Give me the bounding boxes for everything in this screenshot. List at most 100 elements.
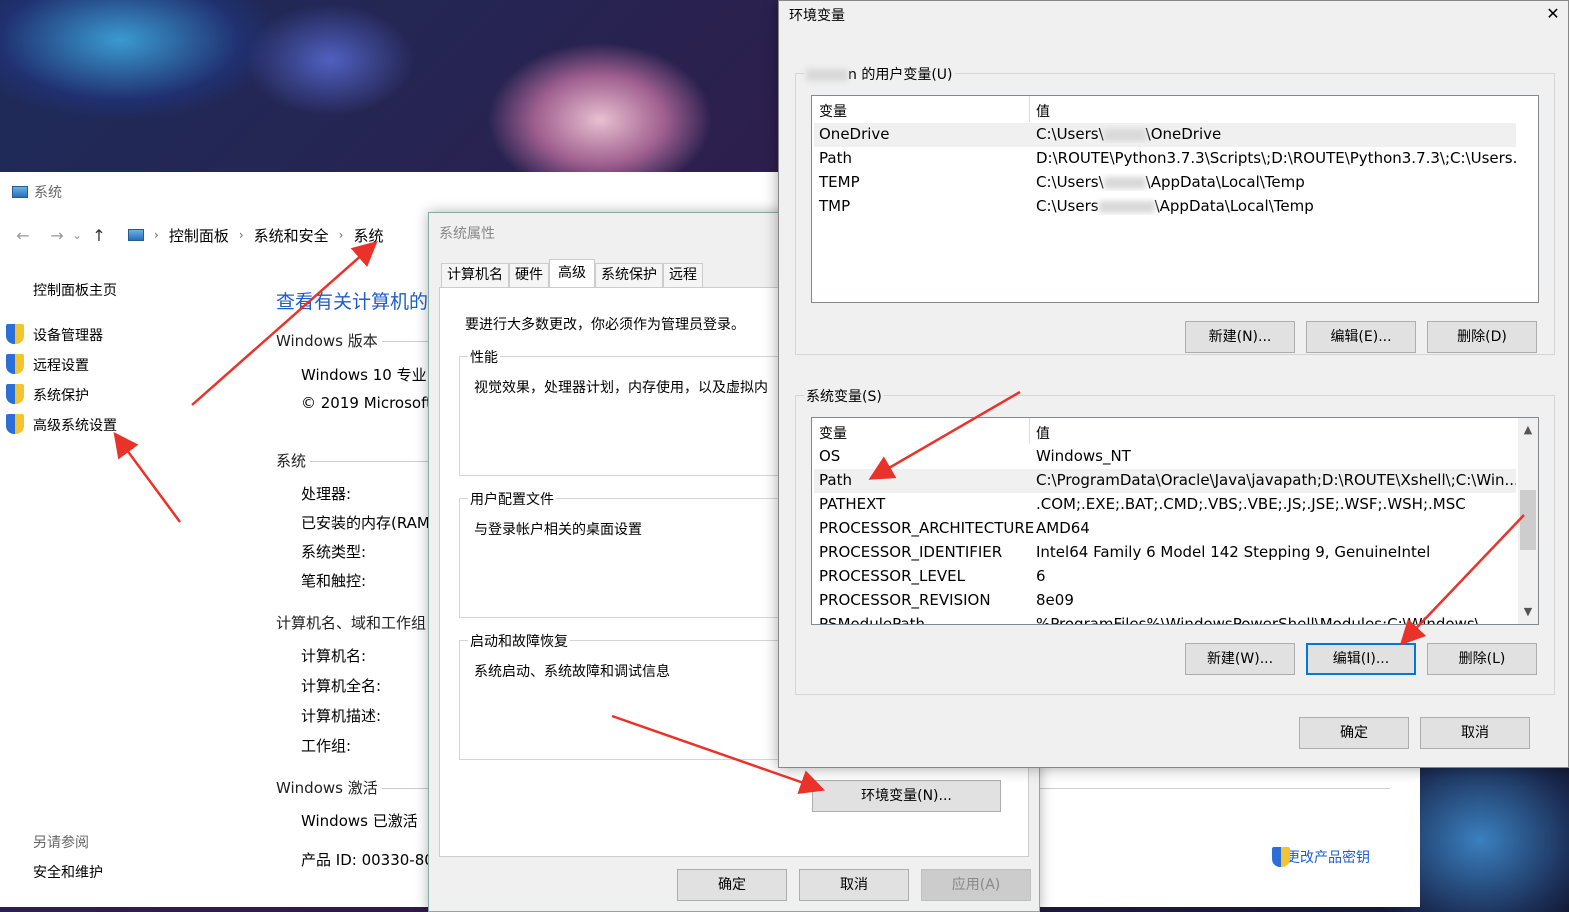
workgroup-label: 工作组: bbox=[301, 737, 352, 755]
redacted-username bbox=[1103, 176, 1146, 189]
system-edit-button[interactable]: 编辑(I)... bbox=[1306, 643, 1416, 675]
sidebar-home-link[interactable]: 控制面板主页 bbox=[33, 280, 117, 300]
user-new-button[interactable]: 新建(N)... bbox=[1185, 321, 1295, 353]
group-description: 视觉效果，处理器计划，内存使用，以及虚拟内 bbox=[474, 380, 768, 396]
dialog-title: 系统属性 bbox=[439, 226, 495, 242]
tab-advanced[interactable]: 高级 bbox=[549, 259, 595, 287]
page-title: 查看有关计算机的 bbox=[276, 291, 429, 313]
computer-icon bbox=[128, 229, 144, 241]
breadcrumb-system-security[interactable]: 系统和安全 bbox=[254, 225, 329, 246]
shield-icon bbox=[6, 354, 24, 374]
environment-variables-button[interactable]: 环境变量(N)... bbox=[812, 780, 1001, 812]
up-arrow-icon[interactable]: ↑ bbox=[88, 226, 110, 245]
security-maintenance-link[interactable]: 安全和维护 bbox=[33, 862, 103, 882]
tab-computer-name[interactable]: 计算机名 bbox=[441, 263, 509, 287]
ok-button[interactable]: 确定 bbox=[1299, 717, 1409, 749]
chevron-right-icon: › bbox=[238, 228, 244, 242]
edition-value: Windows 10 专业 bbox=[301, 366, 427, 384]
sidebar-item-remote[interactable]: 远程设置 bbox=[33, 355, 89, 375]
window-title: 系统 bbox=[12, 182, 62, 202]
tab-remote[interactable]: 远程 bbox=[663, 263, 703, 287]
description-label: 计算机描述: bbox=[301, 707, 382, 725]
table-row[interactable]: PROCESSOR_REVISION 8e09 bbox=[814, 589, 1516, 613]
breadcrumb-control-panel[interactable]: 控制面板 bbox=[169, 225, 229, 246]
change-product-key-link[interactable]: 更改产品密钥 bbox=[1266, 847, 1370, 867]
column-header-value: 值 bbox=[1036, 104, 1050, 120]
breadcrumb: › 控制面板 › 系统和安全 › 系统 bbox=[128, 225, 383, 246]
user-variables-title: n 的用户变量(U) bbox=[804, 64, 955, 84]
scroll-thumb[interactable] bbox=[1520, 490, 1536, 550]
activation-section-title: Windows 激活 bbox=[276, 779, 378, 797]
divider bbox=[382, 788, 432, 789]
redacted-username bbox=[1098, 200, 1155, 213]
cancel-button[interactable]: 取消 bbox=[799, 869, 909, 901]
tab-system-protection[interactable]: 系统保护 bbox=[595, 263, 663, 287]
system-type-label: 系统类型: bbox=[301, 543, 367, 561]
apply-button[interactable]: 应用(A) bbox=[921, 869, 1031, 901]
product-id: 产品 ID: 00330-80 bbox=[301, 851, 434, 869]
sidebar-item-advanced[interactable]: 高级系统设置 bbox=[33, 415, 117, 435]
scroll-down-icon[interactable]: ▼ bbox=[1518, 602, 1538, 622]
system-variables-list[interactable]: 变量 值 OS Windows_NT Path C:\ProgramData\Ora… bbox=[811, 417, 1539, 625]
user-variables-list[interactable]: 变量 值 OneDrive C:\Users\ \OneDrive Path D:… bbox=[811, 95, 1539, 303]
computer-name-section-title: 计算机名、域和工作组 bbox=[276, 614, 427, 632]
table-row[interactable]: PSModulePath %ProgramFiles%\WindowsPowerS… bbox=[814, 613, 1516, 624]
sidebar-item-protection[interactable]: 系统保护 bbox=[33, 385, 89, 405]
group-title: 启动和故障恢复 bbox=[468, 631, 570, 651]
column-header-variable: 变量 bbox=[819, 104, 847, 120]
shield-icon bbox=[1272, 847, 1290, 867]
table-row[interactable]: Path C:\ProgramData\Oracle\Java\javapath;… bbox=[814, 469, 1516, 493]
shield-icon bbox=[6, 414, 24, 434]
tab-bar: 计算机名 硬件 高级 系统保护 远程 bbox=[441, 259, 703, 287]
computer-icon bbox=[12, 186, 28, 198]
cancel-button[interactable]: 取消 bbox=[1420, 717, 1530, 749]
scroll-up-icon[interactable]: ▲ bbox=[1518, 420, 1538, 440]
table-row[interactable]: PATHEXT .COM;.EXE;.BAT;.CMD;.VBS;.VBE;.JS… bbox=[814, 493, 1516, 517]
forward-arrow-icon[interactable]: → bbox=[46, 226, 68, 245]
ok-button[interactable]: 确定 bbox=[677, 869, 787, 901]
table-row[interactable]: OS Windows_NT bbox=[814, 445, 1516, 469]
copyright-text: © 2019 Microsoft bbox=[301, 394, 432, 412]
system-variables-title: 系统变量(S) bbox=[804, 386, 884, 406]
table-row[interactable]: TMP C:\Users \AppData\Local\Temp bbox=[814, 195, 1516, 219]
see-also-label: 另请参阅 bbox=[33, 835, 89, 851]
column-header-variable: 变量 bbox=[819, 426, 847, 442]
table-row[interactable]: PROCESSOR_IDENTIFIER Intel64 Family 6 Mod… bbox=[814, 541, 1516, 565]
column-divider bbox=[1029, 418, 1030, 444]
pen-touch-label: 笔和触控: bbox=[301, 572, 367, 590]
column-header-value: 值 bbox=[1036, 426, 1050, 442]
divider bbox=[310, 461, 430, 462]
ram-label: 已安装的内存(RAM bbox=[301, 514, 430, 532]
edition-section-title: Windows 版本 bbox=[276, 332, 378, 350]
breadcrumb-system[interactable]: 系统 bbox=[353, 225, 383, 246]
shield-icon bbox=[6, 384, 24, 404]
redacted-username bbox=[1103, 128, 1146, 141]
admin-note: 要进行大多数更改，你必须作为管理员登录。 bbox=[465, 317, 745, 333]
shield-icon bbox=[6, 324, 24, 344]
group-description: 系统启动、系统故障和调试信息 bbox=[474, 664, 670, 680]
divider bbox=[382, 341, 432, 342]
chevron-right-icon: › bbox=[338, 228, 344, 242]
back-arrow-icon[interactable]: ← bbox=[12, 226, 34, 245]
user-delete-button[interactable]: 删除(D) bbox=[1427, 321, 1537, 353]
sidebar-item-device-manager[interactable]: 设备管理器 bbox=[33, 325, 103, 345]
tab-hardware[interactable]: 硬件 bbox=[509, 263, 549, 287]
user-edit-button[interactable]: 编辑(E)... bbox=[1306, 321, 1416, 353]
table-row[interactable]: TEMP C:\Users\ \AppData\Local\Temp bbox=[814, 171, 1516, 195]
system-delete-button[interactable]: 删除(L) bbox=[1427, 643, 1537, 675]
redacted-username bbox=[806, 69, 848, 81]
close-icon[interactable]: ✕ bbox=[1538, 1, 1568, 29]
activation-status: Windows 已激活 bbox=[301, 812, 418, 830]
table-row[interactable]: PROCESSOR_LEVEL 6 bbox=[814, 565, 1516, 589]
table-row[interactable]: Path D:\ROUTE\Python3.7.3\Scripts\;D:\RO… bbox=[814, 147, 1516, 171]
vertical-scrollbar[interactable]: ▲ ▼ bbox=[1518, 418, 1538, 624]
computer-name-label: 计算机名: bbox=[301, 647, 367, 665]
table-row[interactable]: PROCESSOR_ARCHITECTURE AMD64 bbox=[814, 517, 1516, 541]
dialog-title: 环境变量 bbox=[789, 8, 845, 24]
group-description: 与登录帐户相关的桌面设置 bbox=[474, 522, 642, 538]
divider bbox=[1040, 788, 1390, 789]
recent-dropdown-icon[interactable]: ⌄ bbox=[72, 228, 82, 242]
system-new-button[interactable]: 新建(W)... bbox=[1185, 643, 1295, 675]
full-name-label: 计算机全名: bbox=[301, 677, 382, 695]
table-row[interactable]: OneDrive C:\Users\ \OneDrive bbox=[814, 123, 1516, 147]
